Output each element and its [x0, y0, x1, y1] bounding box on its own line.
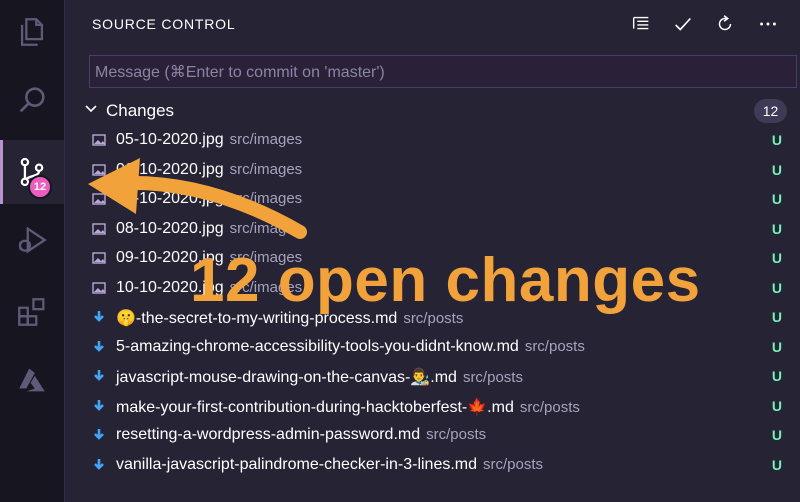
markdown-file-icon — [94, 429, 104, 440]
image-file-icon — [92, 222, 106, 235]
changes-count: 12 — [754, 99, 787, 123]
file-name: 🤫-the-secret-to-my-writing-process.md — [116, 310, 398, 327]
changes-section-header[interactable]: Changes 12 — [65, 98, 800, 124]
markdown-file-icon — [94, 399, 104, 411]
activity-run-debug[interactable] — [0, 208, 64, 272]
list-item[interactable]: 07-10-2020.jpg src/images U — [65, 185, 800, 214]
untracked-status: U — [771, 161, 782, 178]
markdown-file-icon — [94, 311, 104, 322]
changes-label: Changes — [106, 101, 175, 120]
untracked-status: U — [771, 191, 782, 207]
chevron-down-icon — [85, 105, 97, 113]
file-path: src/images — [229, 278, 303, 296]
untracked-status: U — [771, 368, 782, 384]
changes-count-badge: 12 — [28, 175, 52, 199]
untracked-status: U — [771, 279, 782, 296]
file-path: src/images — [229, 219, 303, 237]
image-file-icon — [92, 134, 106, 146]
file-path: src/posts — [426, 426, 487, 443]
file-name: 07-10-2020.jpg — [116, 190, 224, 207]
file-name: resetting-a-wordpress-admin-password.md — [116, 426, 421, 443]
refresh-button[interactable] — [712, 11, 738, 37]
image-file-icon — [92, 163, 106, 176]
markdown-file-icon — [94, 458, 104, 470]
refresh-icon — [718, 15, 732, 31]
markdown-file-icon — [94, 340, 104, 352]
file-path: src/posts — [519, 398, 580, 416]
image-file-icon — [92, 281, 106, 294]
file-name: 06-10-2020.jpg — [116, 160, 224, 178]
image-file-icon — [92, 193, 106, 205]
untracked-status: U — [771, 250, 782, 266]
file-name: 08-10-2020.jpg — [116, 219, 224, 237]
commit-check-icon — [675, 17, 691, 31]
list-item[interactable]: javascript-mouse-drawing-on-the-canvas-👨… — [65, 362, 800, 391]
source-control-panel: SOURCE CONTROL Message (⌘Enter to commit… — [64, 0, 800, 502]
list-item[interactable]: 06-10-2020.jpg src/images U — [65, 156, 800, 185]
list-item[interactable]: 🤫-the-secret-to-my-writing-process.md src… — [65, 303, 800, 332]
azure-icon — [19, 368, 45, 392]
list-item[interactable]: 09-10-2020.jpg src/images U — [65, 244, 800, 273]
panel-title: SOURCE CONTROL — [92, 16, 236, 32]
untracked-status: U — [771, 338, 782, 355]
files-icon — [20, 18, 44, 46]
list-item[interactable]: vanilla-javascript-palindrome-checker-in… — [65, 451, 800, 480]
file-path: src/images — [229, 190, 303, 207]
list-item[interactable]: resetting-a-wordpress-admin-password.md s… — [65, 421, 800, 450]
activity-azure[interactable] — [0, 348, 64, 412]
view-as-tree-button[interactable] — [628, 11, 654, 37]
list-item[interactable]: 5-amazing-chrome-accessibility-tools-you… — [65, 333, 800, 362]
list-item[interactable]: make-your-first-contribution-during-hack… — [65, 392, 800, 421]
file-name: 10-10-2020.jpg — [116, 278, 224, 296]
more-actions-button[interactable] — [755, 11, 781, 37]
list-item[interactable]: 05-10-2020.jpg src/images U — [65, 126, 800, 155]
image-file-icon — [92, 252, 106, 264]
commit-message-input[interactable]: Message (⌘Enter to commit on 'master') — [89, 55, 797, 88]
untracked-status: U — [771, 397, 782, 414]
untracked-status: U — [771, 427, 782, 443]
activity-bar: 12 — [0, 0, 64, 502]
markdown-file-icon — [94, 370, 104, 381]
activity-explorer[interactable] — [0, 0, 64, 64]
activity-extensions[interactable] — [0, 280, 64, 344]
list-item[interactable]: 10-10-2020.jpg src/images U — [65, 274, 800, 303]
file-name: 5-amazing-chrome-accessibility-tools-you… — [116, 337, 519, 355]
extensions-icon — [18, 298, 45, 326]
more-actions-icon — [760, 22, 776, 26]
commit-button[interactable] — [670, 11, 696, 37]
file-name: 09-10-2020.jpg — [116, 249, 224, 266]
untracked-status: U — [771, 132, 782, 148]
file-path: src/images — [229, 160, 303, 178]
run-debug-icon — [18, 226, 47, 254]
file-path: src/images — [229, 249, 303, 266]
untracked-status: U — [771, 456, 782, 473]
activity-source-control[interactable]: 12 — [0, 140, 64, 204]
file-path: src/images — [229, 131, 303, 148]
list-item[interactable]: 08-10-2020.jpg src/images U — [65, 215, 800, 244]
file-path: src/posts — [403, 310, 464, 327]
file-name: vanilla-javascript-palindrome-checker-in… — [116, 455, 478, 473]
file-name: make-your-first-contribution-during-hack… — [116, 398, 514, 416]
activity-search[interactable] — [0, 68, 64, 132]
file-path: src/posts — [524, 337, 585, 355]
untracked-status: U — [771, 220, 782, 237]
file-name: 05-10-2020.jpg — [116, 131, 224, 148]
view-as-tree-icon — [632, 16, 649, 30]
search-icon — [19, 87, 45, 113]
panel-header: SOURCE CONTROL — [65, 0, 800, 48]
untracked-status: U — [771, 309, 782, 325]
file-path: src/posts — [483, 455, 544, 473]
file-path: src/posts — [462, 369, 523, 386]
file-name: javascript-mouse-drawing-on-the-canvas-👨… — [116, 369, 457, 386]
